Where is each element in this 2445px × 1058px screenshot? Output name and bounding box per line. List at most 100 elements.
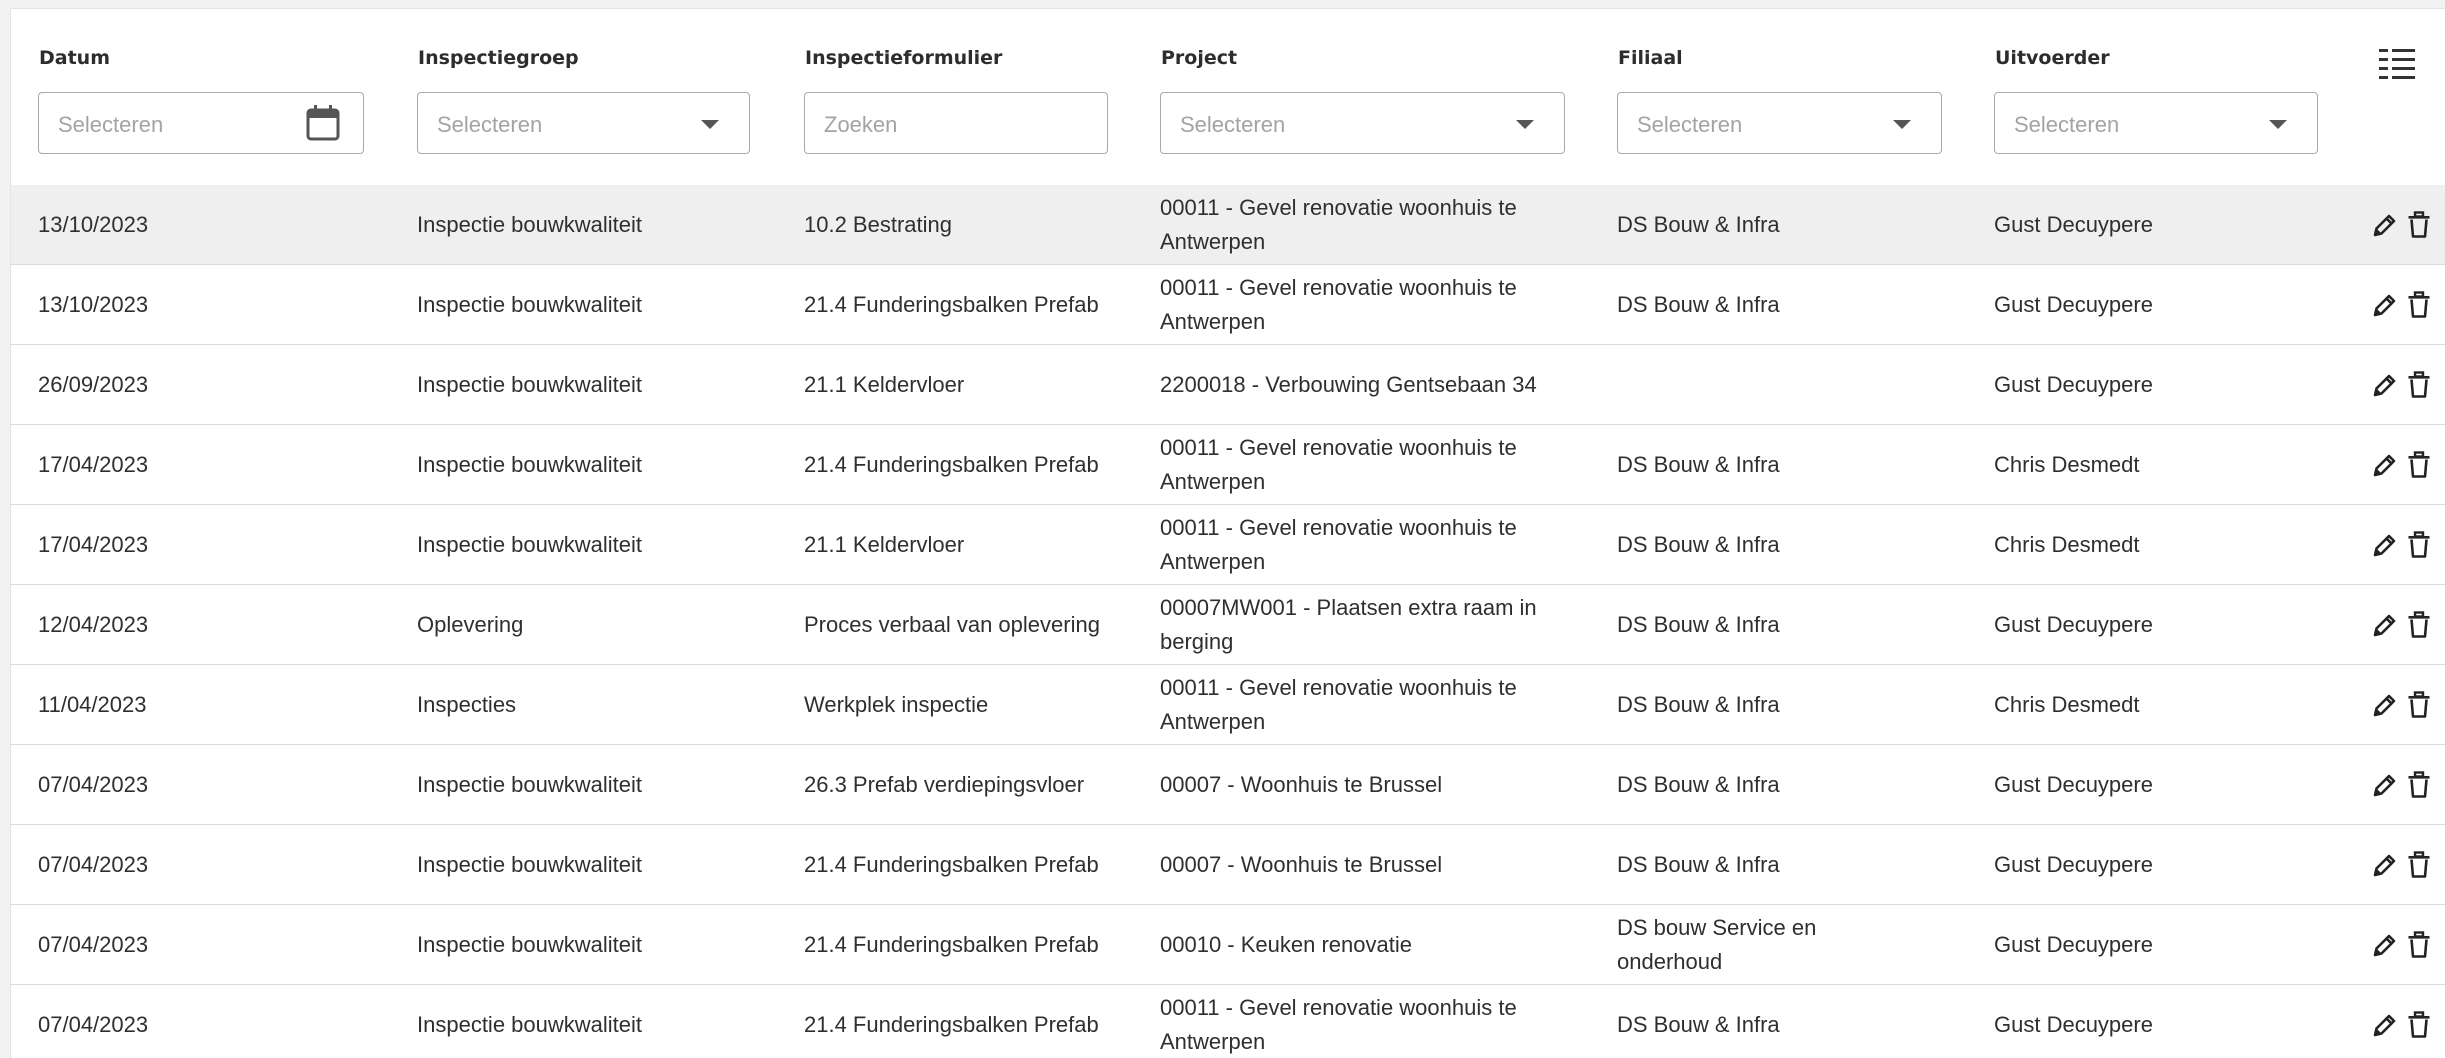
column-label-uitvoerder: Uitvoerder: [1995, 47, 2110, 69]
table-row[interactable]: 13/10/2023 Inspectie bouwkwaliteit 10.2 …: [11, 185, 2445, 265]
cell-value-inspectieformulier: 21.4 Funderingsbalken Prefab: [804, 1011, 1099, 1037]
calendar-icon[interactable]: [305, 104, 341, 142]
cell-value-inspectiegroep: Inspectie bouwkwaliteit: [417, 211, 643, 237]
pencil-icon[interactable]: [2371, 931, 2397, 959]
caret-down-icon: [1893, 120, 1911, 129]
pencil-icon[interactable]: [2371, 851, 2397, 879]
trash-icon[interactable]: [2407, 290, 2431, 319]
table-row[interactable]: 07/04/2023 Inspectie bouwkwaliteit 21.4 …: [11, 905, 2445, 985]
cell-inspectiegroep: Inspectie bouwkwaliteit: [417, 425, 787, 504]
trash-icon[interactable]: [2407, 1010, 2431, 1039]
trash-icon[interactable]: [2407, 850, 2431, 879]
cell-value-uitvoerder: Gust Decuypere: [1994, 291, 2153, 317]
cell-project: 00007MW001 - Plaatsen extra raam in berg…: [1160, 585, 1600, 664]
cell-value-inspectiegroep: Inspectie bouwkwaliteit: [417, 1011, 643, 1037]
cell-value-filiaal: DS Bouw & Infra: [1617, 451, 1780, 477]
cell-value-inspectieformulier: 21.4 Funderingsbalken Prefab: [804, 931, 1099, 957]
cell-datum: 12/04/2023: [38, 585, 368, 664]
table-row[interactable]: 07/04/2023 Inspectie bouwkwaliteit 26.3 …: [11, 745, 2445, 825]
table-row[interactable]: 11/04/2023 Inspecties Werkplek inspectie…: [11, 665, 2445, 745]
cell-inspectieformulier: Werkplek inspectie: [804, 665, 1164, 744]
cell-project: 00007 - Woonhuis te Brussel: [1160, 825, 1600, 904]
cell-value-project: 00011 - Gevel renovatie woonhuis te Antw…: [1160, 274, 1517, 334]
row-actions: [2371, 505, 2431, 584]
trash-icon[interactable]: [2407, 370, 2431, 399]
cell-filiaal: DS Bouw & Infra: [1617, 185, 1977, 264]
column-label-project: Project: [1161, 47, 1238, 69]
trash-icon[interactable]: [2407, 530, 2431, 559]
column-label-filiaal: Filiaal: [1618, 47, 1683, 69]
table-row[interactable]: 12/04/2023 Oplevering Proces verbaal van…: [11, 585, 2445, 665]
cell-value-uitvoerder: Gust Decuypere: [1994, 931, 2153, 957]
cell-datum: 11/04/2023: [38, 665, 368, 744]
table-row[interactable]: 17/04/2023 Inspectie bouwkwaliteit 21.1 …: [11, 505, 2445, 585]
cell-filiaal: DS Bouw & Infra: [1617, 825, 1977, 904]
cell-datum: 07/04/2023: [38, 985, 368, 1058]
column-datum: Datum Selecteren: [38, 9, 368, 185]
pencil-icon[interactable]: [2371, 611, 2397, 639]
table-row[interactable]: 26/09/2023 Inspectie bouwkwaliteit 21.1 …: [11, 345, 2445, 425]
pencil-icon[interactable]: [2371, 1011, 2397, 1039]
trash-icon[interactable]: [2407, 690, 2431, 719]
cell-value-datum: 13/10/2023: [38, 211, 149, 237]
trash-icon[interactable]: [2407, 770, 2431, 799]
column-list-icon[interactable]: [2379, 47, 2415, 81]
column-inspectiegroep: Inspectiegroep Selecteren: [417, 9, 787, 185]
cell-value-uitvoerder: Gust Decuypere: [1994, 771, 2153, 797]
table-row[interactable]: 07/04/2023 Inspectie bouwkwaliteit 21.4 …: [11, 985, 2445, 1058]
project-filter-placeholder: Selecteren: [1180, 112, 1286, 137]
cell-project: 2200018 - Verbouwing Gentsebaan 34: [1160, 345, 1600, 424]
table-row[interactable]: 17/04/2023 Inspectie bouwkwaliteit 21.4 …: [11, 425, 2445, 505]
cell-value-project: 00010 - Keuken renovatie: [1160, 931, 1412, 957]
cell-project: 00007 - Woonhuis te Brussel: [1160, 745, 1600, 824]
cell-inspectieformulier: 26.3 Prefab verdiepingsvloer: [804, 745, 1164, 824]
column-project: Project Selecteren: [1160, 9, 1600, 185]
filiaal-filter-select[interactable]: Selecteren: [1617, 92, 1942, 154]
trash-icon[interactable]: [2407, 610, 2431, 639]
cell-value-datum: 11/04/2023: [38, 691, 147, 717]
cell-filiaal: DS Bouw & Infra: [1617, 985, 1977, 1058]
trash-icon[interactable]: [2407, 930, 2431, 959]
cell-inspectiegroep: Inspectie bouwkwaliteit: [417, 905, 787, 984]
cell-value-datum: 26/09/2023: [38, 371, 149, 397]
cell-inspectiegroep: Inspectie bouwkwaliteit: [417, 185, 787, 264]
trash-icon[interactable]: [2407, 210, 2431, 239]
cell-value-filiaal: DS Bouw & Infra: [1617, 291, 1780, 317]
datum-filter-input[interactable]: Selecteren: [38, 92, 364, 154]
inspectiegroep-filter-select[interactable]: Selecteren: [417, 92, 750, 154]
cell-value-project: 00011 - Gevel renovatie woonhuis te Antw…: [1160, 194, 1517, 254]
pencil-icon[interactable]: [2371, 371, 2397, 399]
cell-value-inspectiegroep: Inspectie bouwkwaliteit: [417, 851, 643, 877]
pencil-icon[interactable]: [2371, 211, 2397, 239]
inspections-table: Datum Selecteren Inspectiegroep Selecter…: [10, 8, 2445, 1058]
cell-value-datum: 12/04/2023: [38, 611, 149, 637]
cell-inspectiegroep: Inspectie bouwkwaliteit: [417, 745, 787, 824]
cell-value-project: 00011 - Gevel renovatie woonhuis te Antw…: [1160, 434, 1517, 494]
row-actions: [2371, 585, 2431, 664]
cell-value-datum: 13/10/2023: [38, 291, 149, 317]
row-actions: [2371, 985, 2431, 1058]
cell-value-inspectieformulier: 21.4 Funderingsbalken Prefab: [804, 851, 1099, 877]
pencil-icon[interactable]: [2371, 771, 2397, 799]
cell-value-datum: 07/04/2023: [38, 771, 149, 797]
inspectieformulier-search-input[interactable]: Zoeken: [804, 92, 1108, 154]
pencil-icon[interactable]: [2371, 291, 2397, 319]
table-row[interactable]: 07/04/2023 Inspectie bouwkwaliteit 21.4 …: [11, 825, 2445, 905]
cell-datum: 07/04/2023: [38, 825, 368, 904]
table-row[interactable]: 13/10/2023 Inspectie bouwkwaliteit 21.4 …: [11, 265, 2445, 345]
cell-project: 00010 - Keuken renovatie: [1160, 905, 1600, 984]
pencil-icon[interactable]: [2371, 451, 2397, 479]
cell-project: 00011 - Gevel renovatie woonhuis te Antw…: [1160, 665, 1600, 744]
row-actions: [2371, 745, 2431, 824]
trash-icon[interactable]: [2407, 450, 2431, 479]
cell-value-uitvoerder: Chris Desmedt: [1994, 451, 2140, 477]
cell-inspectiegroep: Inspectie bouwkwaliteit: [417, 985, 787, 1058]
cell-value-inspectieformulier: 21.1 Keldervloer: [804, 371, 965, 397]
cell-value-datum: 17/04/2023: [38, 531, 149, 557]
project-filter-select[interactable]: Selecteren: [1160, 92, 1565, 154]
uitvoerder-filter-select[interactable]: Selecteren: [1994, 92, 2318, 154]
cell-value-inspectiegroep: Inspectie bouwkwaliteit: [417, 291, 643, 317]
pencil-icon[interactable]: [2371, 531, 2397, 559]
pencil-icon[interactable]: [2371, 691, 2397, 719]
cell-value-inspectiegroep: Inspecties: [417, 691, 517, 717]
